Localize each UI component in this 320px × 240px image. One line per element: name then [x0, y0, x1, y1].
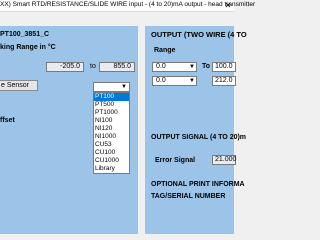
output-range-low-unit[interactable]: ▼ — [187, 62, 197, 72]
dropdown-option-library[interactable]: Library — [94, 165, 129, 173]
sensor-type-select[interactable]: ▼ — [93, 82, 130, 92]
output-panel — [145, 26, 234, 234]
error-signal-field[interactable]: 21.000 — [212, 155, 236, 165]
dropdown-option-ni1000[interactable]: NI1000 — [94, 133, 129, 141]
window-title: XX) Smart RTD/RESISTANCE/SLIDE WIRE inpu… — [0, 1, 256, 8]
range-to-label: to — [90, 63, 96, 70]
output-range-high-field[interactable]: 100.0 — [212, 62, 236, 72]
range-label: Range — [154, 47, 176, 54]
select-sensor-button[interactable]: e Sensor — [0, 80, 38, 91]
output-signal-title: OUTPUT SIGNAL (4 TO 20)m — [151, 134, 247, 141]
dropdown-option-pt100[interactable]: PT100 — [94, 93, 129, 101]
working-range-label: king Range in °C — [0, 44, 56, 51]
panel-separator — [138, 26, 145, 234]
dropdown-option-ni100[interactable]: NI100 — [94, 117, 129, 125]
menu-area — [0, 12, 234, 26]
sensor-id-label: PT100_3851_C — [0, 31, 50, 38]
chevron-down-icon[interactable]: ▼ — [120, 83, 128, 91]
offset-label: ffset — [0, 117, 15, 124]
output-range2-low-unit[interactable]: ▼ — [187, 76, 197, 86]
range-high-field[interactable]: 855.0 — [99, 62, 135, 72]
close-icon[interactable]: ✕ — [222, 0, 234, 11]
dropdown-option-pt500[interactable]: PT500 — [94, 101, 129, 109]
sensor-dropdown-list: PT100 PT500 PT1000 NI100 NI120 NI1000 CU… — [93, 92, 130, 174]
chevron-down-icon[interactable]: ▼ — [188, 77, 196, 85]
dropdown-option-pt1000[interactable]: PT1000 — [94, 109, 129, 117]
output-range2-high-field[interactable]: 212.0 — [212, 76, 236, 86]
tag-serial-label: TAG/SERIAL NUMBER — [151, 193, 226, 200]
dropdown-option-cu53[interactable]: CU53 — [94, 141, 129, 149]
title-bar: XX) Smart RTD/RESISTANCE/SLIDE WIRE inpu… — [0, 0, 255, 12]
chevron-down-icon[interactable]: ▼ — [188, 63, 196, 71]
output-title: OUTPUT (TWO WIRE (4 TO — [151, 30, 247, 39]
range-low-field[interactable]: -205.0 — [46, 62, 84, 72]
print-info-title: OPTIONAL PRINT INFORMA — [151, 181, 245, 188]
output-range-to-label: To — [202, 63, 211, 70]
dropdown-option-ni120[interactable]: NI120 — [94, 125, 129, 133]
dropdown-option-cu1000[interactable]: CU1000 — [94, 157, 129, 165]
dropdown-option-cu100[interactable]: CU100 — [94, 149, 129, 157]
error-signal-label: Error Signal — [155, 157, 196, 164]
